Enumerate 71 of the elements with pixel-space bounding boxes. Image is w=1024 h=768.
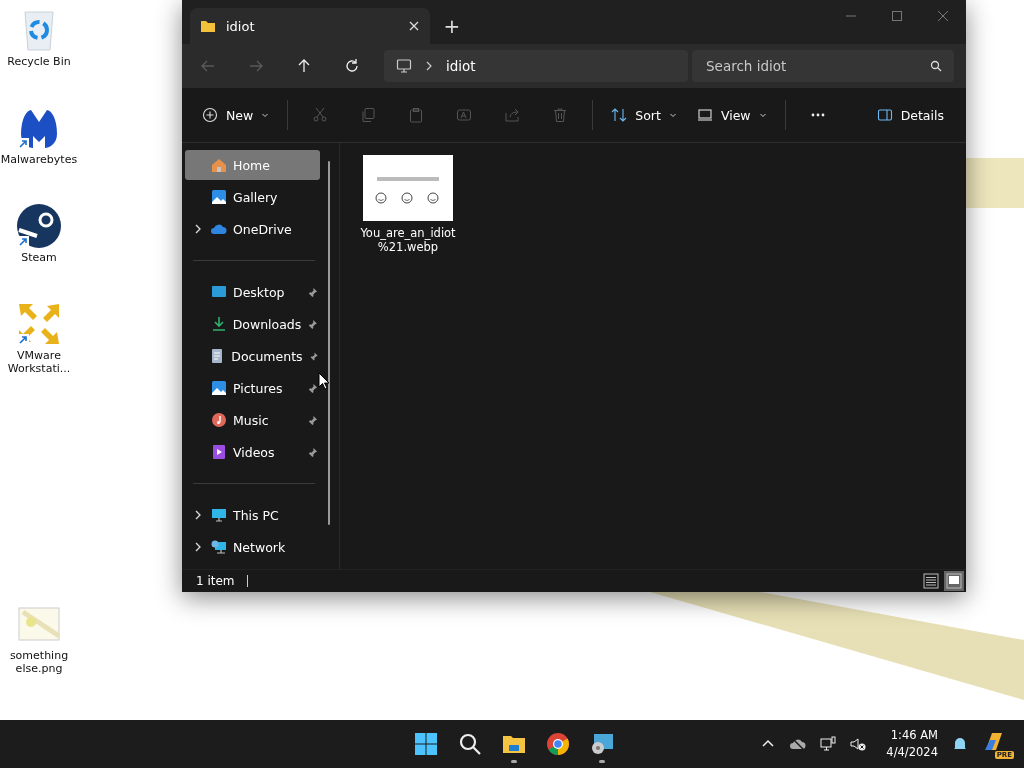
bell-icon[interactable] [952,736,968,752]
sidebar-item[interactable]: This PC [185,500,320,530]
expand-chevron-icon[interactable] [193,510,203,520]
pictures-icon [211,380,227,396]
up-arrow-icon[interactable] [296,58,312,74]
file-item[interactable]: You_are_an_idiot %21.webp [360,153,456,257]
music-icon [211,412,227,428]
sidebar-item[interactable]: Documents [185,341,320,371]
laptop-icon [696,107,713,123]
new-tab-button[interactable]: + [434,8,470,44]
side-panel-icon [876,107,893,123]
address-bar[interactable]: idiot [384,50,688,82]
sidebar-item[interactable]: Music [185,405,320,435]
pin-icon[interactable] [307,382,318,394]
details-button[interactable]: Details [866,101,954,129]
folder-icon [200,18,216,34]
expand-chevron-icon[interactable] [193,224,203,234]
desktop-icon [211,284,227,300]
clock[interactable]: 1:46 AM 4/4/2024 [886,727,938,761]
pin-icon[interactable] [307,446,318,458]
downloads-icon [210,316,227,332]
sort-button[interactable]: Sort [601,101,687,129]
home-icon [211,157,227,173]
chevron-right-icon [424,61,434,71]
search-field[interactable]: Search idiot [692,50,954,82]
sidebar-item[interactable]: Pictures [185,373,320,403]
sidebar-item[interactable]: Downloads [185,309,320,339]
pin-icon[interactable] [307,286,318,298]
speaker-muted-icon[interactable] [850,736,867,752]
item-count: 1 item [196,574,235,588]
videos-icon [211,444,227,460]
tile-view-icon[interactable] [944,571,964,591]
maximize-icon[interactable] [891,10,903,22]
desktop-icon-label[interactable]: Malwarebytes [0,154,78,167]
network-icon [211,539,227,555]
search-icon[interactable] [930,60,942,72]
expand-chevron-icon[interactable] [193,542,203,552]
list-view-icon[interactable] [921,571,941,591]
sidebar-item[interactable]: Network [185,532,320,562]
desktop-icon-label[interactable]: something else.png [0,650,78,676]
sidebar-item[interactable]: Desktop [185,277,320,307]
browser-logo-icon[interactable] [546,732,570,756]
breadcrumb-folder[interactable]: idiot [446,58,476,74]
monitor-icon [396,58,412,74]
close-tab-icon[interactable] [408,20,420,32]
pin-icon[interactable] [307,318,318,330]
cloud-off-icon[interactable] [790,736,807,752]
desktop-icon-label[interactable]: Steam [21,252,57,265]
gallery-icon [211,189,227,205]
plus-circle-icon [202,107,218,123]
close-icon[interactable] [937,10,949,22]
windows-logo-icon[interactable] [414,732,438,756]
scrollbar[interactable] [328,161,330,525]
mouse-pointer-icon [318,372,330,390]
sidebar-item[interactable]: Home [185,150,320,180]
refresh-icon[interactable] [344,58,360,74]
sort-arrows-icon [611,107,628,123]
view-button[interactable]: View [686,101,777,129]
new-button[interactable]: New [192,101,280,129]
folder-tab[interactable]: idiot [190,8,430,44]
pin-icon[interactable] [307,414,318,426]
sidebar-item[interactable]: OneDrive [185,214,320,244]
desktop-icon-label[interactable]: VMware Workstati... [0,350,78,376]
steam-logo-icon[interactable] [15,202,63,250]
pc-icon [211,507,227,523]
monitor-disc-icon[interactable] [590,732,614,756]
desktop-icon-label[interactable]: Recycle Bin [7,56,71,69]
sidebar-item[interactable]: Videos [185,437,320,467]
network-icon[interactable] [820,736,837,752]
sidebar-item[interactable]: Gallery [185,182,320,212]
search-icon[interactable] [458,732,482,756]
